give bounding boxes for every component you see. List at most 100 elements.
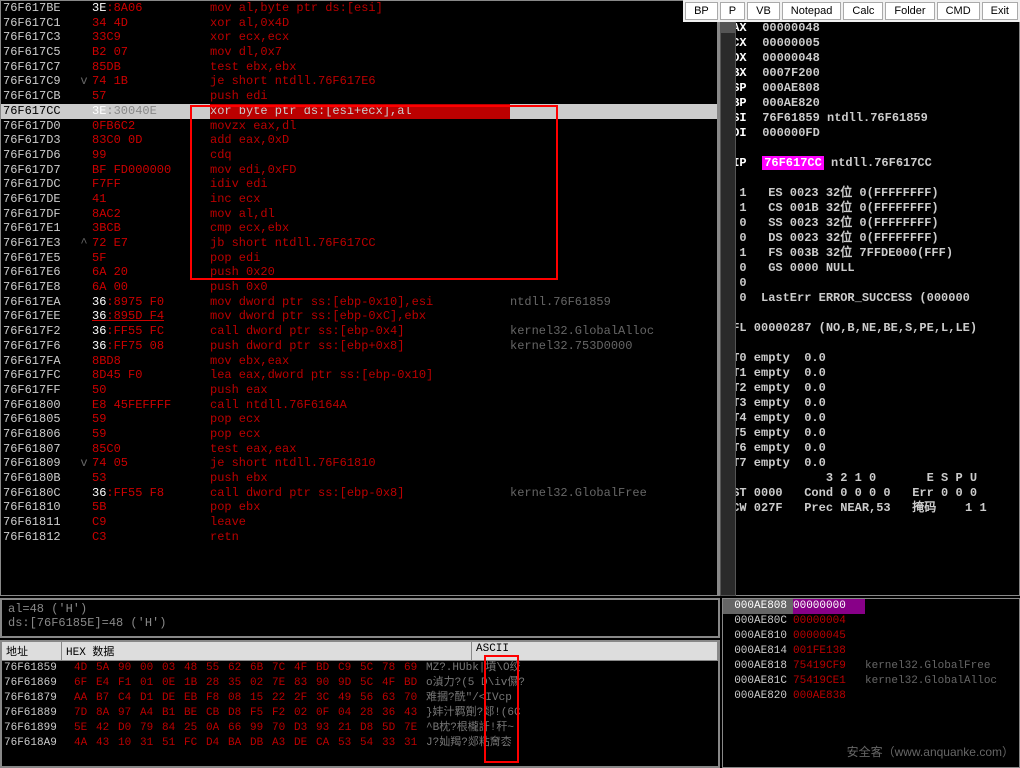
- bytes: 33C9: [92, 30, 210, 45]
- disasm-row[interactable]: 76F61809v74 05je short ntdll.76F61810: [1, 456, 717, 471]
- instruction: pop ecx: [210, 427, 510, 442]
- reg-esi[interactable]: ESI 76F61859 ntdll.76F61859: [725, 111, 1019, 126]
- reg-ebx[interactable]: EBX 0007F200: [725, 66, 1019, 81]
- reg-eip[interactable]: EIP 76F617CC ntdll.76F617CC: [725, 156, 1019, 171]
- dump-row[interactable]: 76F618696FE4F1010E1B2835027E83909D5C4FBD…: [2, 676, 718, 691]
- bytes: 57: [92, 89, 210, 104]
- toolbar-cmd[interactable]: CMD: [937, 2, 980, 20]
- dump-row[interactable]: 76F618897D8A97A4B1BECBD8F5F2020F04283643…: [2, 706, 718, 721]
- disasm-row[interactable]: 76F617CC3E:30040Exor byte ptr ds:[esi+ec…: [1, 104, 717, 119]
- disasm-row[interactable]: 76F617DE41inc ecx: [1, 192, 717, 207]
- toolbar-folder[interactable]: Folder: [885, 2, 934, 20]
- disasm-row[interactable]: [1, 559, 717, 574]
- disasm-row[interactable]: 76F617DCF7FFidiv edi: [1, 177, 717, 192]
- bytes: 3E:30040E: [92, 104, 210, 119]
- bytes: 53: [92, 471, 210, 486]
- bytes: 0FB6C2: [92, 119, 210, 134]
- disasm-row[interactable]: 76F617D383C0 0Dadd eax,0xD: [1, 133, 717, 148]
- dump-panel[interactable]: 地址 HEX 数据 ASCII 76F618594D5A900003485562…: [0, 640, 720, 768]
- disasm-row[interactable]: 76F617FF50push eax: [1, 383, 717, 398]
- dump-row[interactable]: 76F618594D5A9000034855626B7C4FBDC95C7869…: [2, 661, 718, 676]
- flow-arrow: [76, 515, 92, 530]
- disasm-row[interactable]: 76F617F636:FF75 08push dword ptr ss:[ebp…: [1, 339, 717, 354]
- disasm-row[interactable]: 76F617CB57push edi: [1, 89, 717, 104]
- disasm-row[interactable]: 76F617EA36:8975 F0mov dword ptr ss:[ebp-…: [1, 295, 717, 310]
- dump-col-hex[interactable]: HEX 数据: [62, 642, 472, 660]
- dump-row[interactable]: 76F61879AAB7C4D1DEEBF80815222F3C49566370…: [2, 691, 718, 706]
- disasm-row[interactable]: 76F617C134 4Dxor al,0x4D: [1, 16, 717, 31]
- addr: 76F617CC: [1, 104, 76, 119]
- disasm-row[interactable]: 76F61811C9leave: [1, 515, 717, 530]
- toolbar-p[interactable]: P: [720, 2, 745, 20]
- disasm-row[interactable]: 76F617E3^72 E7jb short ntdll.76F617CC: [1, 236, 717, 251]
- disasm-row[interactable]: 76F617E66A 20push 0x20: [1, 265, 717, 280]
- disasm-row[interactable]: 76F617C333C9xor ecx,ecx: [1, 30, 717, 45]
- flag-line: O 0 LastErr ERROR_SUCCESS (000000: [725, 291, 1019, 306]
- disasm-row[interactable]: 76F617E86A 00push 0x0: [1, 280, 717, 295]
- disasm-panel[interactable]: 76F617BE3E:8A06mov al,byte ptr ds:[esi]7…: [0, 0, 720, 596]
- stack-row[interactable]: 000AE81000000045: [723, 629, 1019, 644]
- bytes: 85C0: [92, 442, 210, 457]
- toolbar-notepad[interactable]: Notepad: [782, 2, 842, 20]
- dump-addr: 76F61899: [2, 721, 74, 736]
- reg-esp[interactable]: ESP 000AE808: [725, 81, 1019, 96]
- dump-col-addr[interactable]: 地址: [2, 642, 62, 660]
- disasm-row[interactable]: 76F617BE3E:8A06mov al,byte ptr ds:[esi]: [1, 1, 717, 16]
- disasm-row[interactable]: 76F617C9v74 1Bje short ntdll.76F617E6: [1, 74, 717, 89]
- disasm-row[interactable]: 76F61800E8 45FEFFFFcall ntdll.76F6164A: [1, 398, 717, 413]
- disasm-row[interactable]: 76F617E13BCBcmp ecx,ebx: [1, 221, 717, 236]
- disasm-row[interactable]: 76F617FA8BD8mov ebx,eax: [1, 354, 717, 369]
- dump-row[interactable]: 76F618A94A43103151FCD4BADBA3DECA53543331…: [2, 736, 718, 751]
- reg-edi[interactable]: EDI 000000FD: [725, 126, 1019, 141]
- disasm-row[interactable]: 76F617FC8D45 F0lea eax,dword ptr ss:[ebp…: [1, 368, 717, 383]
- disasm-row[interactable]: 76F617D699cdq: [1, 148, 717, 163]
- disasm-row[interactable]: 76F6180785C0test eax,eax: [1, 442, 717, 457]
- disasm-row[interactable]: 76F6180559pop ecx: [1, 412, 717, 427]
- stack-addr: 000AE810: [723, 629, 793, 644]
- fpu-reg: ST5 empty 0.0: [725, 426, 1019, 441]
- stack-row[interactable]: 000AE814001FE138: [723, 644, 1019, 659]
- dump-hex: 4A43103151FCD4BADBA3DECA53543331: [74, 736, 426, 751]
- disasm-row[interactable]: 76F617C5B2 07mov dl,0x7: [1, 45, 717, 60]
- disasm-row[interactable]: 76F6180659pop ecx: [1, 427, 717, 442]
- reg-ebp[interactable]: EBP 000AE820: [725, 96, 1019, 111]
- toolbar-exit[interactable]: Exit: [982, 2, 1018, 20]
- disasm-row[interactable]: 76F618105Bpop ebx: [1, 500, 717, 515]
- fpu-reg: ST7 empty 0.0: [725, 456, 1019, 471]
- disasm-row[interactable]: 76F6180B53push ebx: [1, 471, 717, 486]
- dump-row[interactable]: 76F618995E42D07984250A669970D39321D85D7E…: [2, 721, 718, 736]
- stack-val: 75419CE1: [793, 674, 865, 689]
- stack-row[interactable]: 000AE820000AE838: [723, 689, 1019, 704]
- toolbar-calc[interactable]: Calc: [843, 2, 883, 20]
- addr: 76F617FC: [1, 368, 76, 383]
- flow-arrow: [76, 309, 92, 324]
- disasm-row[interactable]: 76F617F236:FF55 FCcall dword ptr ss:[ebp…: [1, 324, 717, 339]
- stack-row[interactable]: 000AE80C00000004: [723, 614, 1019, 629]
- toolbar-bp[interactable]: BP: [685, 2, 718, 20]
- disasm-row[interactable]: 76F617E55Fpop edi: [1, 251, 717, 266]
- disasm-row[interactable]: 76F617EE36:895D F4mov dword ptr ss:[ebp-…: [1, 309, 717, 324]
- disasm-row[interactable]: 76F617D7BF FD000000mov edi,0xFD: [1, 163, 717, 178]
- bytes: 34 4D: [92, 16, 210, 31]
- reg-edx[interactable]: EDX 00000048: [725, 51, 1019, 66]
- scrollbar[interactable]: [720, 18, 736, 596]
- toolbar-vb[interactable]: VB: [747, 2, 780, 20]
- reg-ecx[interactable]: ECX 00000005: [725, 36, 1019, 51]
- disasm-row[interactable]: 76F6180C36:FF55 F8call dword ptr ss:[ebp…: [1, 486, 717, 501]
- flag-line: D 0: [725, 276, 1019, 291]
- disasm-row[interactable]: 76F617C785DBtest ebx,ebx: [1, 60, 717, 75]
- disasm-row[interactable]: 76F617DF8AC2mov al,dl: [1, 207, 717, 222]
- stack-row[interactable]: 000AE81875419CF9kernel32.GlobalFree: [723, 659, 1019, 674]
- disasm-row[interactable]: 76F617D00FB6C2movzx eax,dl: [1, 119, 717, 134]
- registers-panel[interactable]: EAX 00000048ECX 00000005EDX 00000048EBX …: [720, 0, 1020, 596]
- disasm-row[interactable]: [1, 574, 717, 589]
- disasm-row[interactable]: [1, 544, 717, 559]
- fpu-reg: ST6 empty 0.0: [725, 441, 1019, 456]
- disasm-row[interactable]: 76F61812C3retn: [1, 530, 717, 545]
- reg-eax[interactable]: EAX 00000048: [725, 21, 1019, 36]
- stack-row[interactable]: 000AE80800000000: [723, 599, 1019, 614]
- flow-arrow: [76, 442, 92, 457]
- stack-row[interactable]: 000AE81C75419CE1kernel32.GlobalAlloc: [723, 674, 1019, 689]
- bytes: F7FF: [92, 177, 210, 192]
- dump-col-ascii[interactable]: ASCII: [472, 642, 718, 660]
